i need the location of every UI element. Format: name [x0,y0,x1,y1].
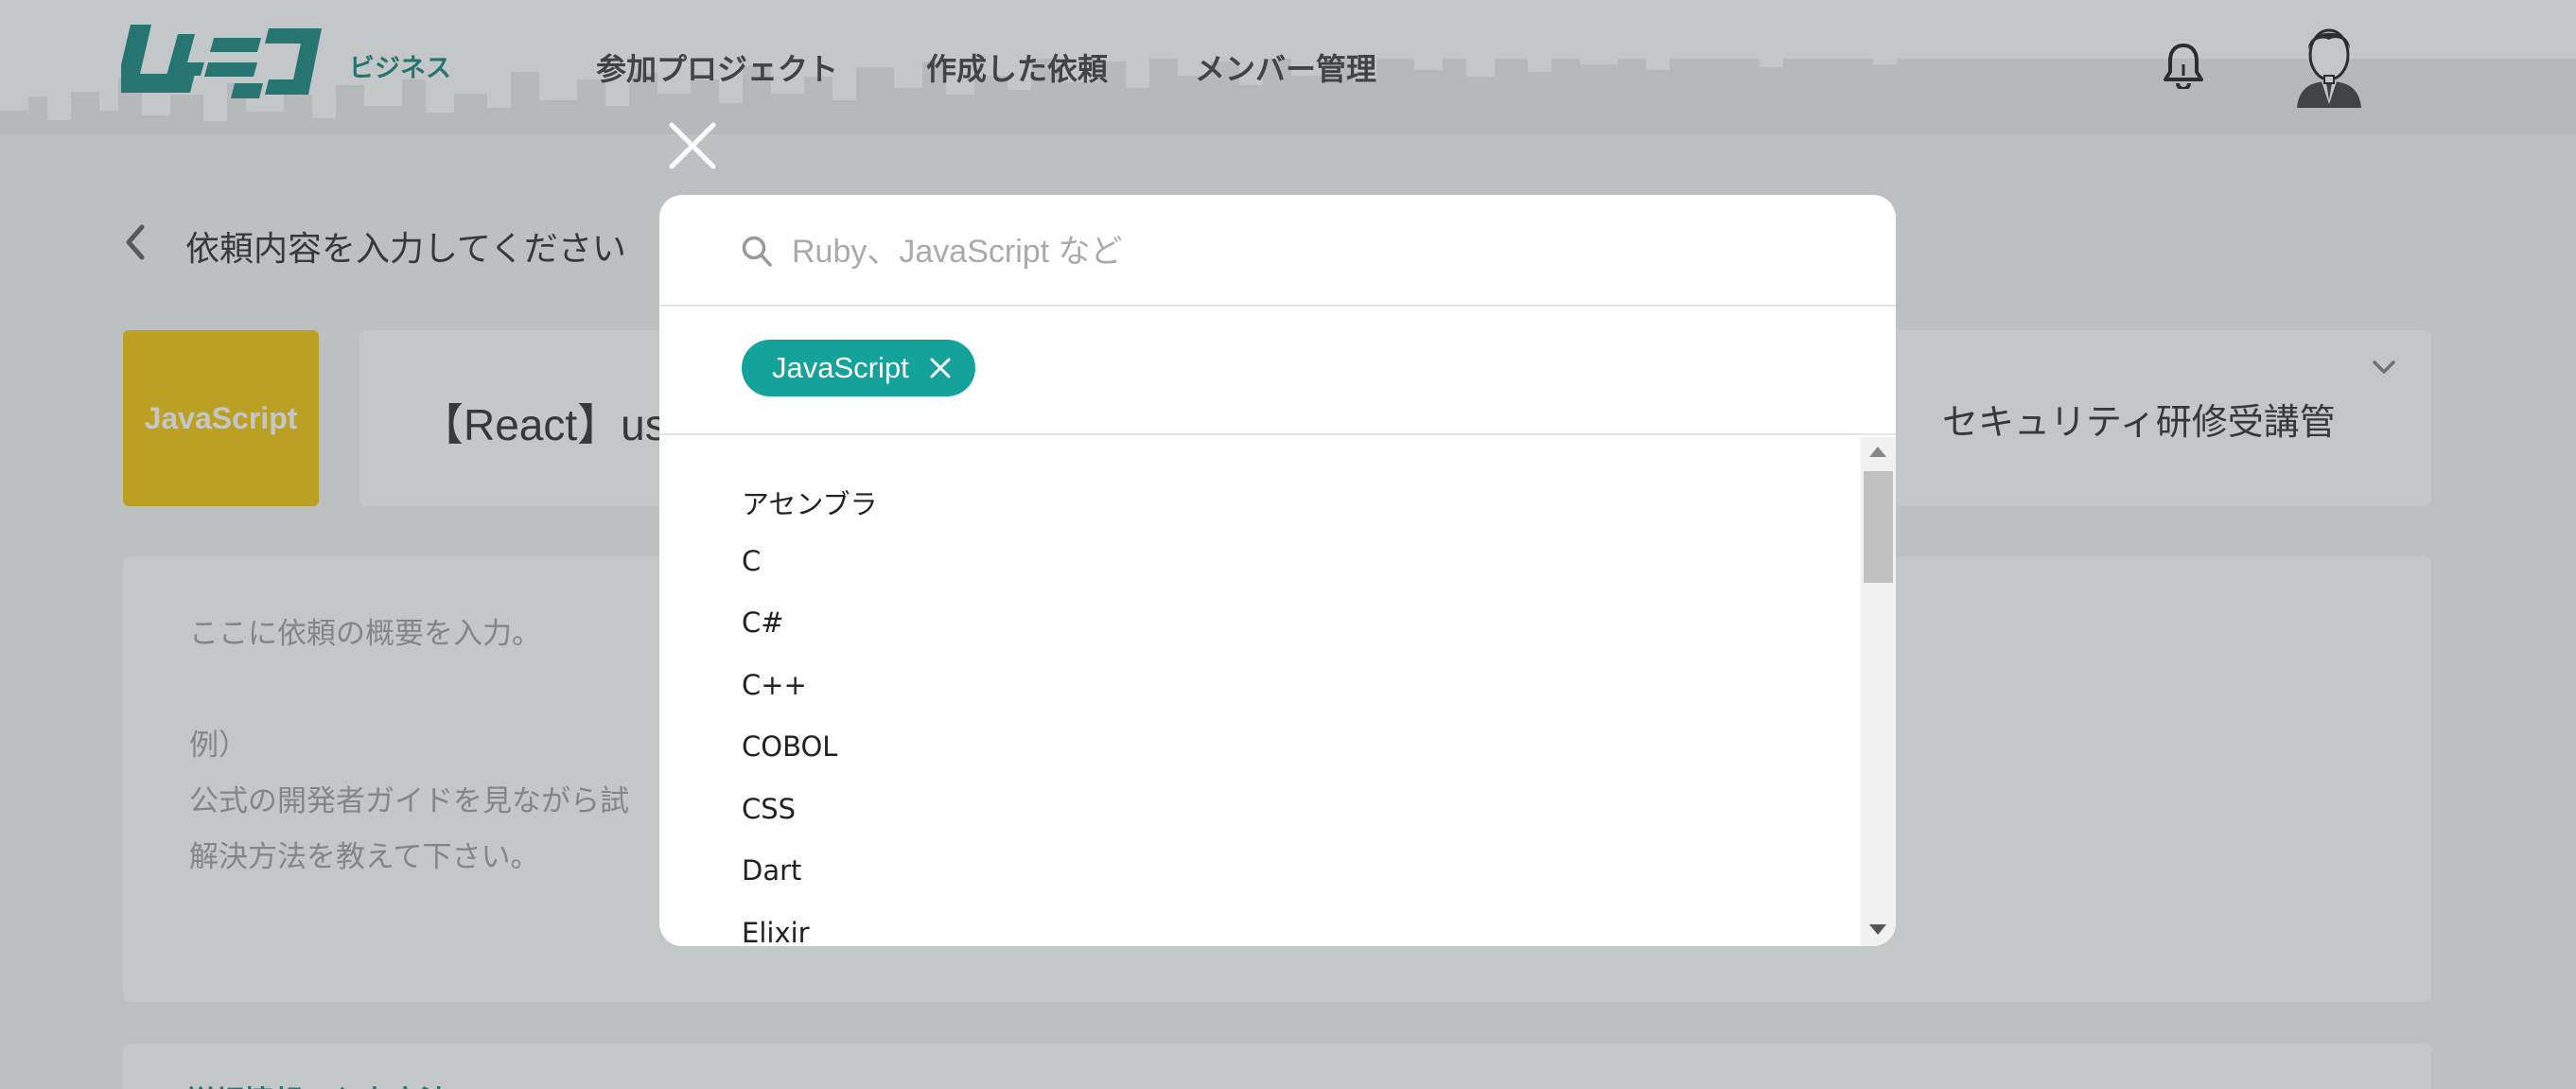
list-scrollbar[interactable] [1861,437,1896,946]
option-css[interactable]: CSS [742,793,796,825]
scroll-thumb[interactable] [1864,471,1893,583]
close-icon[interactable] [668,121,717,170]
language-select-modal: JavaScript アセンブラ C C# C++ COBOL CSS Dart… [659,195,1896,946]
search-icon [742,236,772,267]
option-csharp[interactable]: C# [742,606,784,639]
scroll-down-arrow-icon[interactable] [1869,924,1886,935]
option-cpp[interactable]: C++ [742,669,807,701]
option-dart[interactable]: Dart [742,854,801,887]
option-c[interactable]: C [742,545,761,577]
option-cobol[interactable]: COBOL [742,730,837,763]
option-assembly[interactable]: アセンブラ [742,483,878,522]
search-bar [659,195,1896,307]
option-elixir[interactable]: Elixir [742,917,810,946]
remove-tag-icon[interactable] [928,356,953,380]
language-options-list[interactable]: アセンブラ C C# C++ COBOL CSS Dart Elixir [659,437,1861,946]
scroll-up-arrow-icon[interactable] [1869,447,1886,457]
selected-tags: JavaScript [659,307,1896,435]
tag-chip-javascript: JavaScript [742,340,975,396]
language-search-input[interactable] [792,223,1832,280]
tag-chip-label: JavaScript [772,351,909,384]
